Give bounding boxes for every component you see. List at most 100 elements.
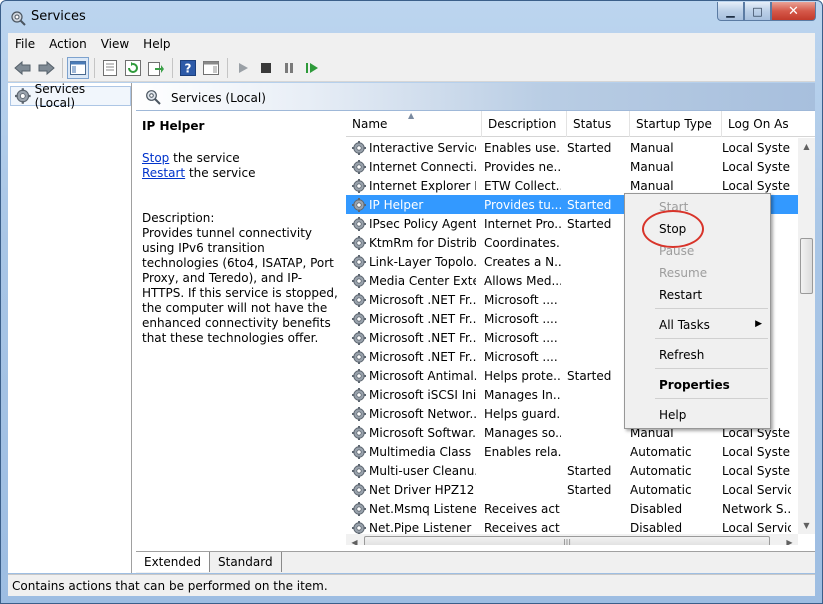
context-menu-restart[interactable]: Restart: [625, 285, 770, 305]
context-menu-properties[interactable]: Properties: [625, 375, 770, 395]
minimize-icon: ▁: [726, 4, 735, 18]
menu-help[interactable]: Help: [136, 37, 177, 51]
vertical-scroll-thumb[interactable]: [800, 238, 813, 294]
cell-name: Multi-user Cleanu...: [369, 463, 476, 478]
scroll-right-arrow-icon[interactable]: ▶: [781, 534, 798, 545]
cell-name: Internet Explorer E...: [369, 178, 476, 193]
cell-desc: Microsoft ....: [484, 292, 558, 307]
column-header-label: Status: [573, 117, 612, 131]
service-detail-pane: IP Helper Stop the service Restart the s…: [136, 111, 344, 545]
context-menu-resume[interactable]: Resume: [625, 263, 770, 283]
export-list-button[interactable]: [145, 57, 167, 79]
service-gear-icon: [346, 406, 366, 421]
column-header-description[interactable]: Description: [482, 111, 567, 137]
scroll-left-arrow-icon[interactable]: ◀: [346, 534, 363, 545]
service-gear-icon: [346, 368, 366, 383]
back-button[interactable]: [12, 57, 34, 79]
stop-service-button[interactable]: [255, 57, 277, 79]
cell-name: Microsoft .NET Fr...: [369, 349, 476, 364]
context-menu-separator: [655, 368, 768, 369]
description-label: Description:: [142, 211, 215, 225]
cell-logon: Local Service: [722, 520, 791, 535]
minimize-button[interactable]: ▁: [717, 2, 744, 21]
table-row[interactable]: Internet Connecti... Provides ne... Manual…: [346, 157, 798, 176]
pane-header: Services (Local): [136, 83, 815, 111]
maximize-button[interactable]: □: [744, 2, 771, 21]
column-header-startup-type[interactable]: Startup Type: [630, 111, 722, 137]
action-pane-icon: [203, 61, 219, 75]
pause-service-button[interactable]: [278, 57, 300, 79]
menu-action[interactable]: Action: [42, 37, 94, 51]
cell-desc: Enables rela...: [484, 444, 561, 459]
cell-logon: Local Service: [722, 482, 791, 497]
list-header: ▲ Name Description Status Startup Type L…: [346, 111, 815, 137]
horizontal-scrollbar[interactable]: ◀ ||| ▶: [346, 534, 798, 545]
column-header-name[interactable]: ▲ Name: [346, 111, 482, 137]
context-menu-refresh[interactable]: Refresh: [625, 345, 770, 365]
cell-desc: Microsoft ....: [484, 311, 558, 326]
table-row[interactable]: Net Driver HPZ12 Started Automatic Local Se…: [346, 480, 798, 499]
service-gear-icon: [346, 254, 366, 269]
services-gear-icon: [15, 88, 31, 104]
help-button[interactable]: ?: [177, 57, 199, 79]
context-menu-start[interactable]: Start: [625, 197, 770, 217]
table-row[interactable]: Interactive Service... Enables use... Star…: [346, 138, 798, 157]
cell-name: Net.Msmq Listene...: [369, 501, 476, 516]
cell-startup: Manual: [630, 140, 674, 155]
cell-desc: Manages In...: [484, 387, 561, 402]
menu-view[interactable]: View: [94, 37, 136, 51]
horizontal-scroll-thumb[interactable]: |||: [364, 536, 770, 545]
tree-item-label: Services (Local): [34, 82, 86, 110]
menu-bar: File Action View Help: [8, 33, 815, 55]
context-menu-separator: [655, 338, 768, 339]
properties-sheet-button[interactable]: [99, 57, 121, 79]
service-gear-icon: [346, 292, 366, 307]
cell-desc: ETW Collect...: [484, 178, 561, 193]
scroll-down-arrow-icon[interactable]: ▼: [798, 517, 815, 534]
cell-logon: Local Syste...: [722, 140, 791, 155]
close-button[interactable]: ✕: [771, 2, 816, 21]
restart-service-button[interactable]: [301, 57, 323, 79]
refresh-button[interactable]: [122, 57, 144, 79]
stop-service-link[interactable]: Stop: [142, 151, 169, 165]
service-gear-icon: [346, 387, 366, 402]
toolbar: ?: [8, 55, 815, 82]
column-header-log-on-as[interactable]: Log On As: [722, 111, 797, 137]
tree-item-services-local[interactable]: Services (Local): [10, 82, 131, 110]
service-gear-icon: [346, 463, 366, 478]
table-row[interactable]: Multi-user Cleanu... Started Automatic Loca…: [346, 461, 798, 480]
menu-file[interactable]: File: [8, 37, 42, 51]
cell-name: Microsoft iSCSI Ini...: [369, 387, 476, 402]
cell-desc: Provides tu...: [484, 197, 561, 212]
context-menu-pause[interactable]: Pause: [625, 241, 770, 261]
table-row[interactable]: Multimedia Class ... Enables rela... Autom…: [346, 442, 798, 461]
show-hide-console-tree-button[interactable]: [67, 57, 89, 79]
context-menu-all-tasks[interactable]: All Tasks ▶: [625, 315, 770, 335]
table-row[interactable]: Net.Msmq Listene... Receives act... Disabl…: [346, 499, 798, 518]
cell-logon: Network S...: [722, 501, 791, 516]
cell-desc: Manages so...: [484, 425, 561, 440]
scroll-up-arrow-icon[interactable]: ▲: [798, 138, 815, 155]
title-bar[interactable]: Services ▁ □ ✕: [1, 1, 822, 33]
vertical-scrollbar[interactable]: ▲ ▼: [798, 138, 815, 534]
tab-standard[interactable]: Standard: [210, 552, 282, 572]
cell-desc: Helps prote...: [484, 368, 561, 383]
cell-name: Microsoft .NET Fr...: [369, 311, 476, 326]
show-action-pane-button[interactable]: [200, 57, 222, 79]
context-menu-help[interactable]: Help: [625, 405, 770, 425]
cell-startup: Automatic: [630, 444, 692, 459]
cell-startup: Automatic: [630, 463, 692, 478]
restart-service-link[interactable]: Restart: [142, 166, 185, 180]
start-service-button[interactable]: [232, 57, 254, 79]
column-header-label: Log On As: [728, 117, 789, 131]
cell-name: IPsec Policy Agent: [369, 216, 476, 231]
service-gear-icon: [346, 159, 366, 174]
description-text: Provides tunnel connectivity using IPv6 …: [142, 226, 338, 345]
cell-desc: Receives act...: [484, 520, 561, 535]
services-app-icon: [11, 11, 26, 26]
column-header-status[interactable]: Status: [567, 111, 630, 137]
tab-extended[interactable]: Extended: [136, 552, 210, 572]
service-gear-icon: [346, 273, 366, 288]
forward-button[interactable]: [35, 57, 57, 79]
stop-action-line: Stop the service: [142, 151, 240, 165]
